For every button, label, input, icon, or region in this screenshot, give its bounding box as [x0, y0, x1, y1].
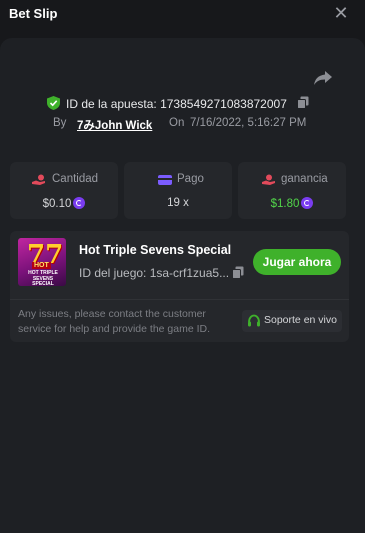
- by-label: By: [53, 117, 67, 129]
- thumb-caption: HOT TRIPLE SEVENS SPECIAL: [28, 270, 58, 286]
- page-title: Bet Slip: [9, 6, 58, 21]
- game-card: 77 HOT HOT TRIPLE SEVENS SPECIAL Hot Tri…: [10, 231, 349, 342]
- headset-icon: [248, 314, 260, 327]
- bet-slip-header: Bet Slip ✕: [0, 0, 365, 28]
- stat-ganancia: ganancia $1.80: [238, 162, 346, 219]
- coin-icon: [301, 197, 314, 209]
- game-name: Hot Triple Sevens Special: [79, 243, 232, 257]
- support-label: Soporte en vivo: [264, 314, 337, 326]
- game-thumbnail[interactable]: 77 HOT HOT TRIPLE SEVENS SPECIAL: [18, 238, 66, 286]
- close-icon[interactable]: ✕: [332, 4, 350, 22]
- coin-icon: [73, 197, 86, 209]
- bet-id-label: ID de la apuesta:: [66, 97, 157, 111]
- coins-hand-icon: [32, 174, 45, 185]
- bet-id-text: ID de la apuesta: 1738549271083872007: [66, 97, 287, 111]
- bet-id-value: 1738549271083872007: [160, 97, 287, 111]
- profit-hand-icon: [262, 174, 275, 185]
- play-now-button[interactable]: Jugar ahora: [253, 249, 341, 275]
- copy-icon[interactable]: [297, 96, 309, 109]
- copy-icon[interactable]: [232, 266, 244, 279]
- stat-value: $0.10: [10, 197, 118, 210]
- stat-value: $1.80: [238, 197, 346, 210]
- stat-value: 19 x: [167, 197, 189, 209]
- stat-label: Pago: [177, 173, 204, 185]
- stat-label: Cantidad: [52, 173, 99, 185]
- card-icon: [158, 175, 172, 185]
- bet-date: 7/16/2022, 5:16:27 PM: [190, 117, 307, 129]
- stat-label: ganancia: [281, 173, 328, 185]
- stat-pago: Pago 19 x: [124, 162, 232, 219]
- share-icon[interactable]: [313, 70, 333, 86]
- bet-id-row: ID de la apuesta: 1738549271083872007: [0, 95, 365, 113]
- on-label: On: [169, 117, 185, 129]
- stat-cantidad: Cantidad $0.10: [10, 162, 118, 219]
- divider: [10, 299, 349, 300]
- verified-shield-icon: [47, 96, 60, 110]
- bet-meta-row: By 7みJohn Wick On 7/16/2022, 5:16:27 PM: [0, 116, 365, 132]
- live-support-button[interactable]: Soporte en vivo: [242, 310, 342, 332]
- user-link[interactable]: 7みJohn Wick: [77, 117, 152, 133]
- thumb-hot-label: HOT: [32, 262, 51, 269]
- game-id: ID del juego: 1sa-crf1zua5...: [79, 266, 230, 280]
- bet-detail-panel: ID de la apuesta: 1738549271083872007 By…: [0, 38, 365, 533]
- support-message: Any issues, please contact the customer …: [18, 308, 211, 335]
